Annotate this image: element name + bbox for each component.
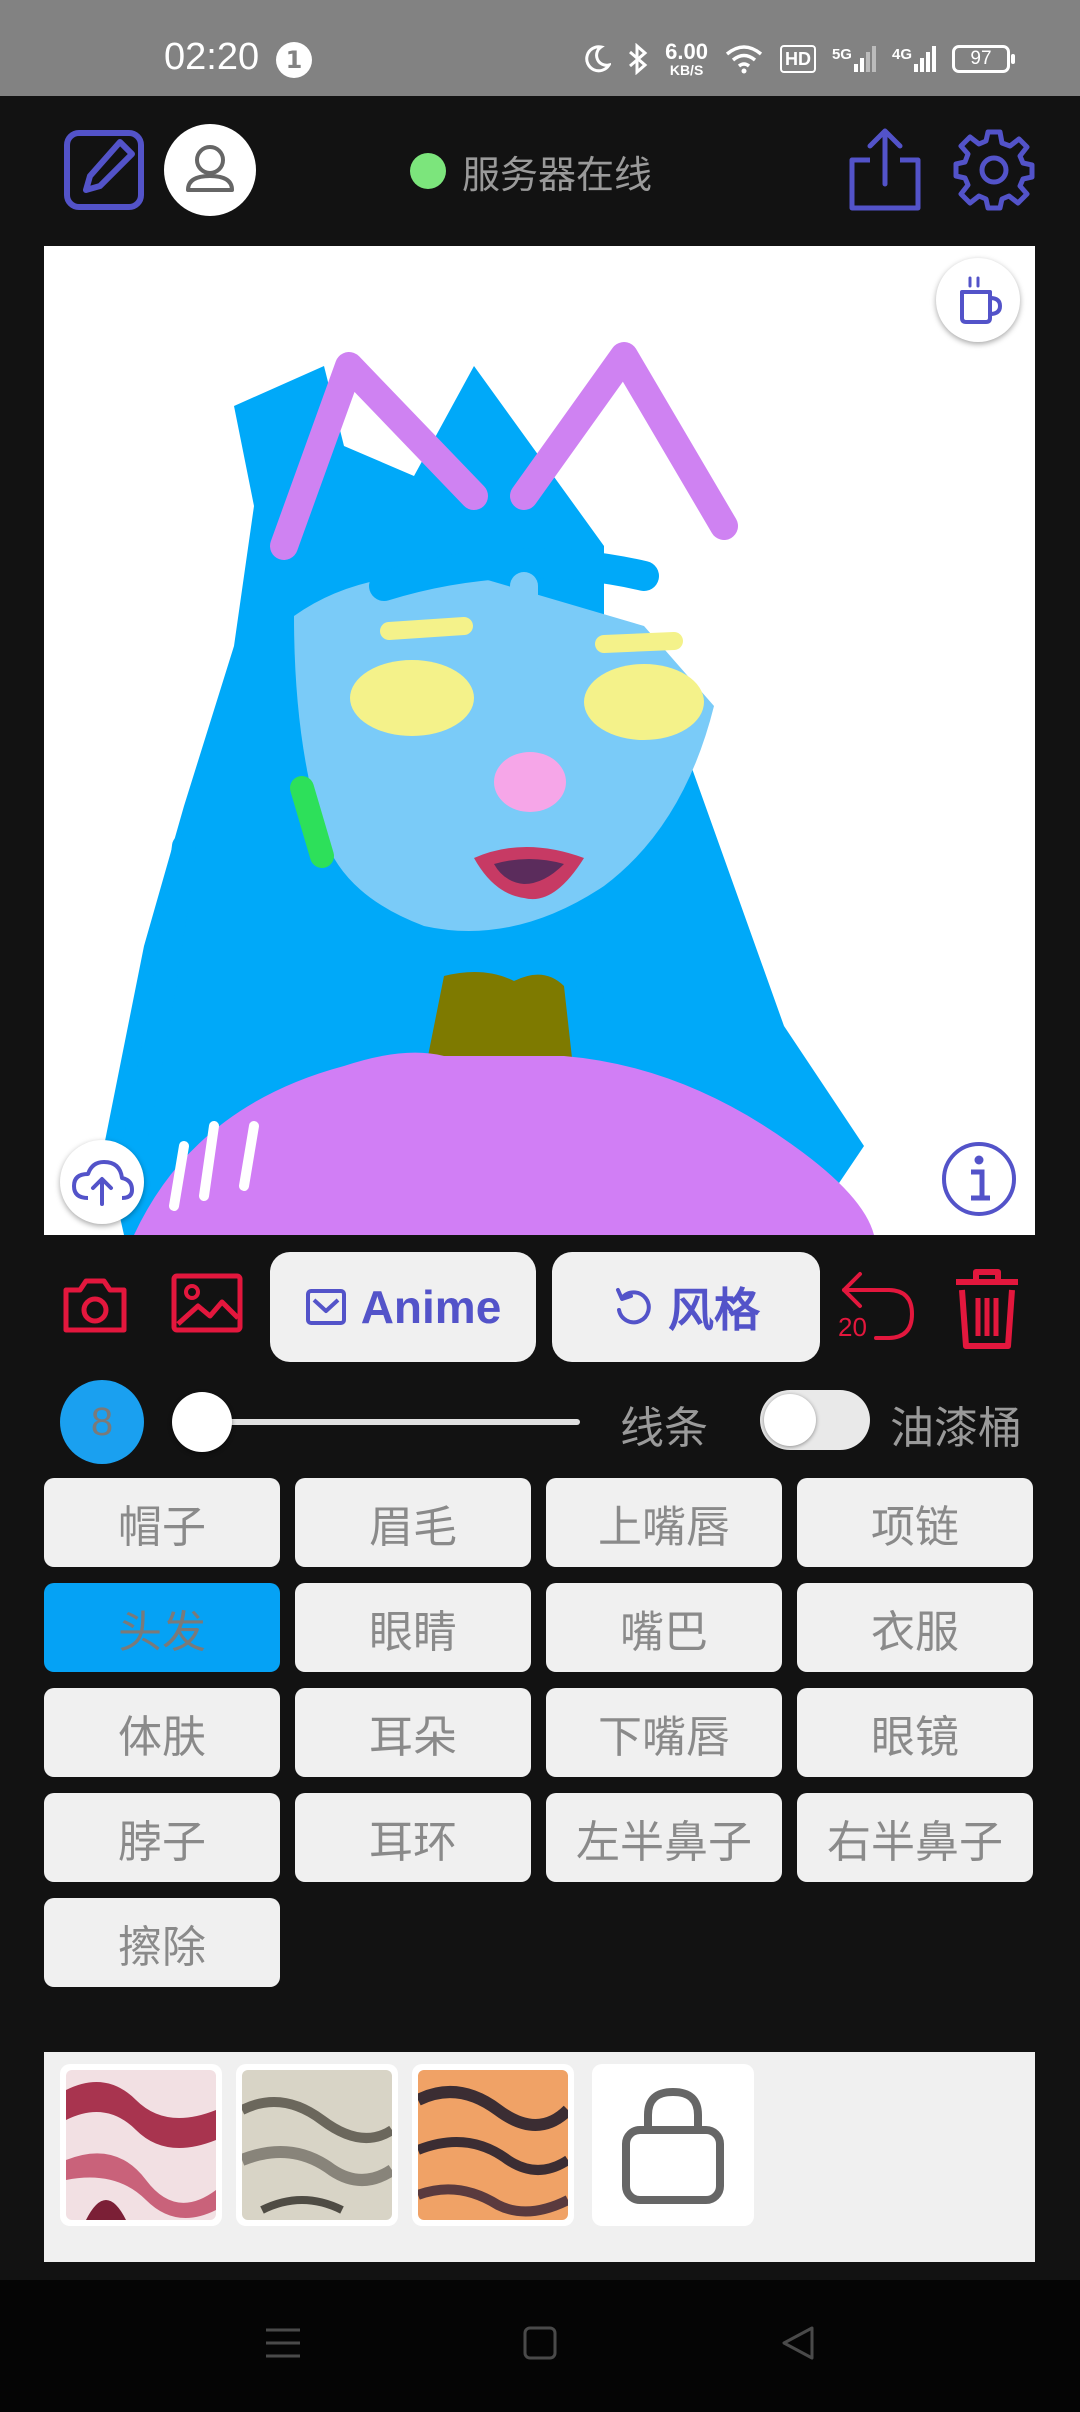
style-thumb-grey-stone[interactable]	[236, 2064, 398, 2226]
part-button[interactable]: 眉毛	[295, 1478, 531, 1567]
pen-square-icon	[64, 130, 144, 210]
anime-label: Anime	[360, 1281, 502, 1333]
brush-size-badge: 8	[60, 1380, 144, 1464]
eyebrow-right	[595, 632, 683, 653]
gear-icon	[953, 129, 1035, 211]
bluetooth-icon	[629, 43, 648, 75]
menu-icon[interactable]	[264, 2324, 302, 2362]
style-thumb-red-marble[interactable]	[60, 2064, 222, 2226]
gallery-button[interactable]	[170, 1272, 244, 1334]
mail-box-icon	[305, 1289, 346, 1325]
part-button[interactable]: 帽子	[44, 1478, 280, 1567]
share-button[interactable]	[846, 126, 924, 214]
system-nav-bar	[0, 2280, 1080, 2412]
part-button[interactable]: 脖子	[44, 1793, 280, 1882]
paint-bucket-toggle[interactable]	[760, 1390, 870, 1450]
part-button[interactable]: 项链	[797, 1478, 1033, 1567]
net-speed-value: 6.00	[665, 39, 708, 64]
info-icon	[942, 1142, 1016, 1216]
part-button[interactable]: 体肤	[44, 1688, 280, 1777]
nose	[494, 752, 566, 812]
battery-icon: 97	[952, 45, 1015, 73]
style-thumbnails	[44, 2052, 1035, 2262]
part-button[interactable]: 衣服	[797, 1583, 1033, 1672]
part-button[interactable]: 左半鼻子	[546, 1793, 782, 1882]
coffee-cup-icon	[960, 276, 1003, 324]
rotate-icon	[616, 1288, 651, 1325]
part-button[interactable]: 右半鼻子	[797, 1793, 1033, 1882]
part-button[interactable]: 擦除	[44, 1898, 280, 1987]
notification-badge: 1	[276, 42, 312, 78]
cloud-upload-button[interactable]	[60, 1140, 144, 1224]
slider-track	[186, 1419, 580, 1425]
server-status-dot	[410, 153, 446, 189]
eyebrow-left	[380, 617, 473, 640]
wifi-icon	[725, 45, 763, 74]
part-button[interactable]: 耳环	[295, 1793, 531, 1882]
signal-5g-icon: 5G	[832, 46, 876, 72]
style-label: 风格	[668, 1284, 760, 1336]
part-button[interactable]: 眼睛	[295, 1583, 531, 1672]
server-status-text: 服务器在线	[462, 152, 653, 197]
status-icons: 6.00 KB/S HD 5G 4G 97	[583, 34, 1015, 84]
camera-button[interactable]	[62, 1276, 128, 1334]
eye-right	[584, 664, 704, 740]
brush-size-slider[interactable]	[171, 1392, 580, 1452]
info-button[interactable]	[940, 1140, 1018, 1218]
paint-bucket-label: 油漆桶	[890, 1403, 1022, 1454]
shopping-bag-icon	[622, 2087, 724, 2204]
user-avatar-button[interactable]	[164, 124, 256, 216]
sketch-drawing	[104, 342, 874, 1235]
part-button[interactable]: 上嘴唇	[546, 1478, 782, 1567]
edit-pen-button[interactable]	[62, 128, 146, 212]
toggle-knob	[764, 1394, 816, 1446]
part-button[interactable]: 嘴巴	[546, 1583, 782, 1672]
drawing-canvas[interactable]	[44, 246, 1035, 1235]
server-status: 服务器在线	[410, 146, 653, 197]
home-icon[interactable]	[522, 2324, 558, 2362]
part-button[interactable]: 耳朵	[295, 1688, 531, 1777]
style-button[interactable]: 风格	[552, 1252, 820, 1362]
user-icon	[186, 145, 234, 192]
moon-icon	[585, 45, 612, 73]
eye-left	[350, 660, 474, 736]
signal-4g-icon: 4G	[892, 46, 936, 72]
part-button[interactable]: 眼镜	[797, 1688, 1033, 1777]
camera-icon	[63, 1278, 127, 1333]
style-thumb-shop[interactable]	[592, 2064, 754, 2226]
anime-button[interactable]: Anime	[270, 1252, 536, 1362]
slider-thumb[interactable]	[171, 1392, 232, 1452]
settings-button[interactable]	[952, 128, 1036, 212]
share-icon	[849, 128, 921, 211]
undo-count: 20	[838, 1312, 867, 1342]
net-speed: 6.00 KB/S	[665, 39, 708, 78]
line-mode-label: 线条	[620, 1403, 708, 1454]
signal-5g-label: 5G	[831, 46, 852, 63]
cloud-upload-icon	[72, 1160, 134, 1206]
status-bar: 02:20 1 6.00 KB/S HD 5G 4G 97	[0, 0, 1080, 96]
orange-stripes-texture	[418, 2070, 568, 2220]
part-button[interactable]: 头发	[44, 1583, 280, 1672]
part-button[interactable]: 下嘴唇	[546, 1688, 782, 1777]
trash-icon	[956, 1269, 1018, 1349]
coffee-cup-button[interactable]	[936, 258, 1020, 342]
signal-4g-label: 4G	[891, 46, 912, 63]
status-time: 02:20	[164, 36, 260, 78]
red-marble-texture	[66, 2070, 216, 2220]
grey-stone-texture	[242, 2070, 392, 2220]
clear-canvas-button[interactable]	[952, 1266, 1022, 1350]
part-buttons-grid: 帽子 眉毛 上嘴唇 项链头发 眼睛 嘴巴 衣服体肤 耳朵 下嘴唇 眼镜脖子 耳环 左半鼻子 右半鼻子擦除	[44, 1478, 1035, 1987]
back-icon[interactable]	[780, 2324, 816, 2362]
style-thumb-orange-stripes[interactable]	[412, 2064, 574, 2226]
net-speed-unit: KB/S	[669, 62, 704, 78]
hd-icon: HD	[779, 45, 816, 73]
image-icon	[171, 1273, 243, 1333]
